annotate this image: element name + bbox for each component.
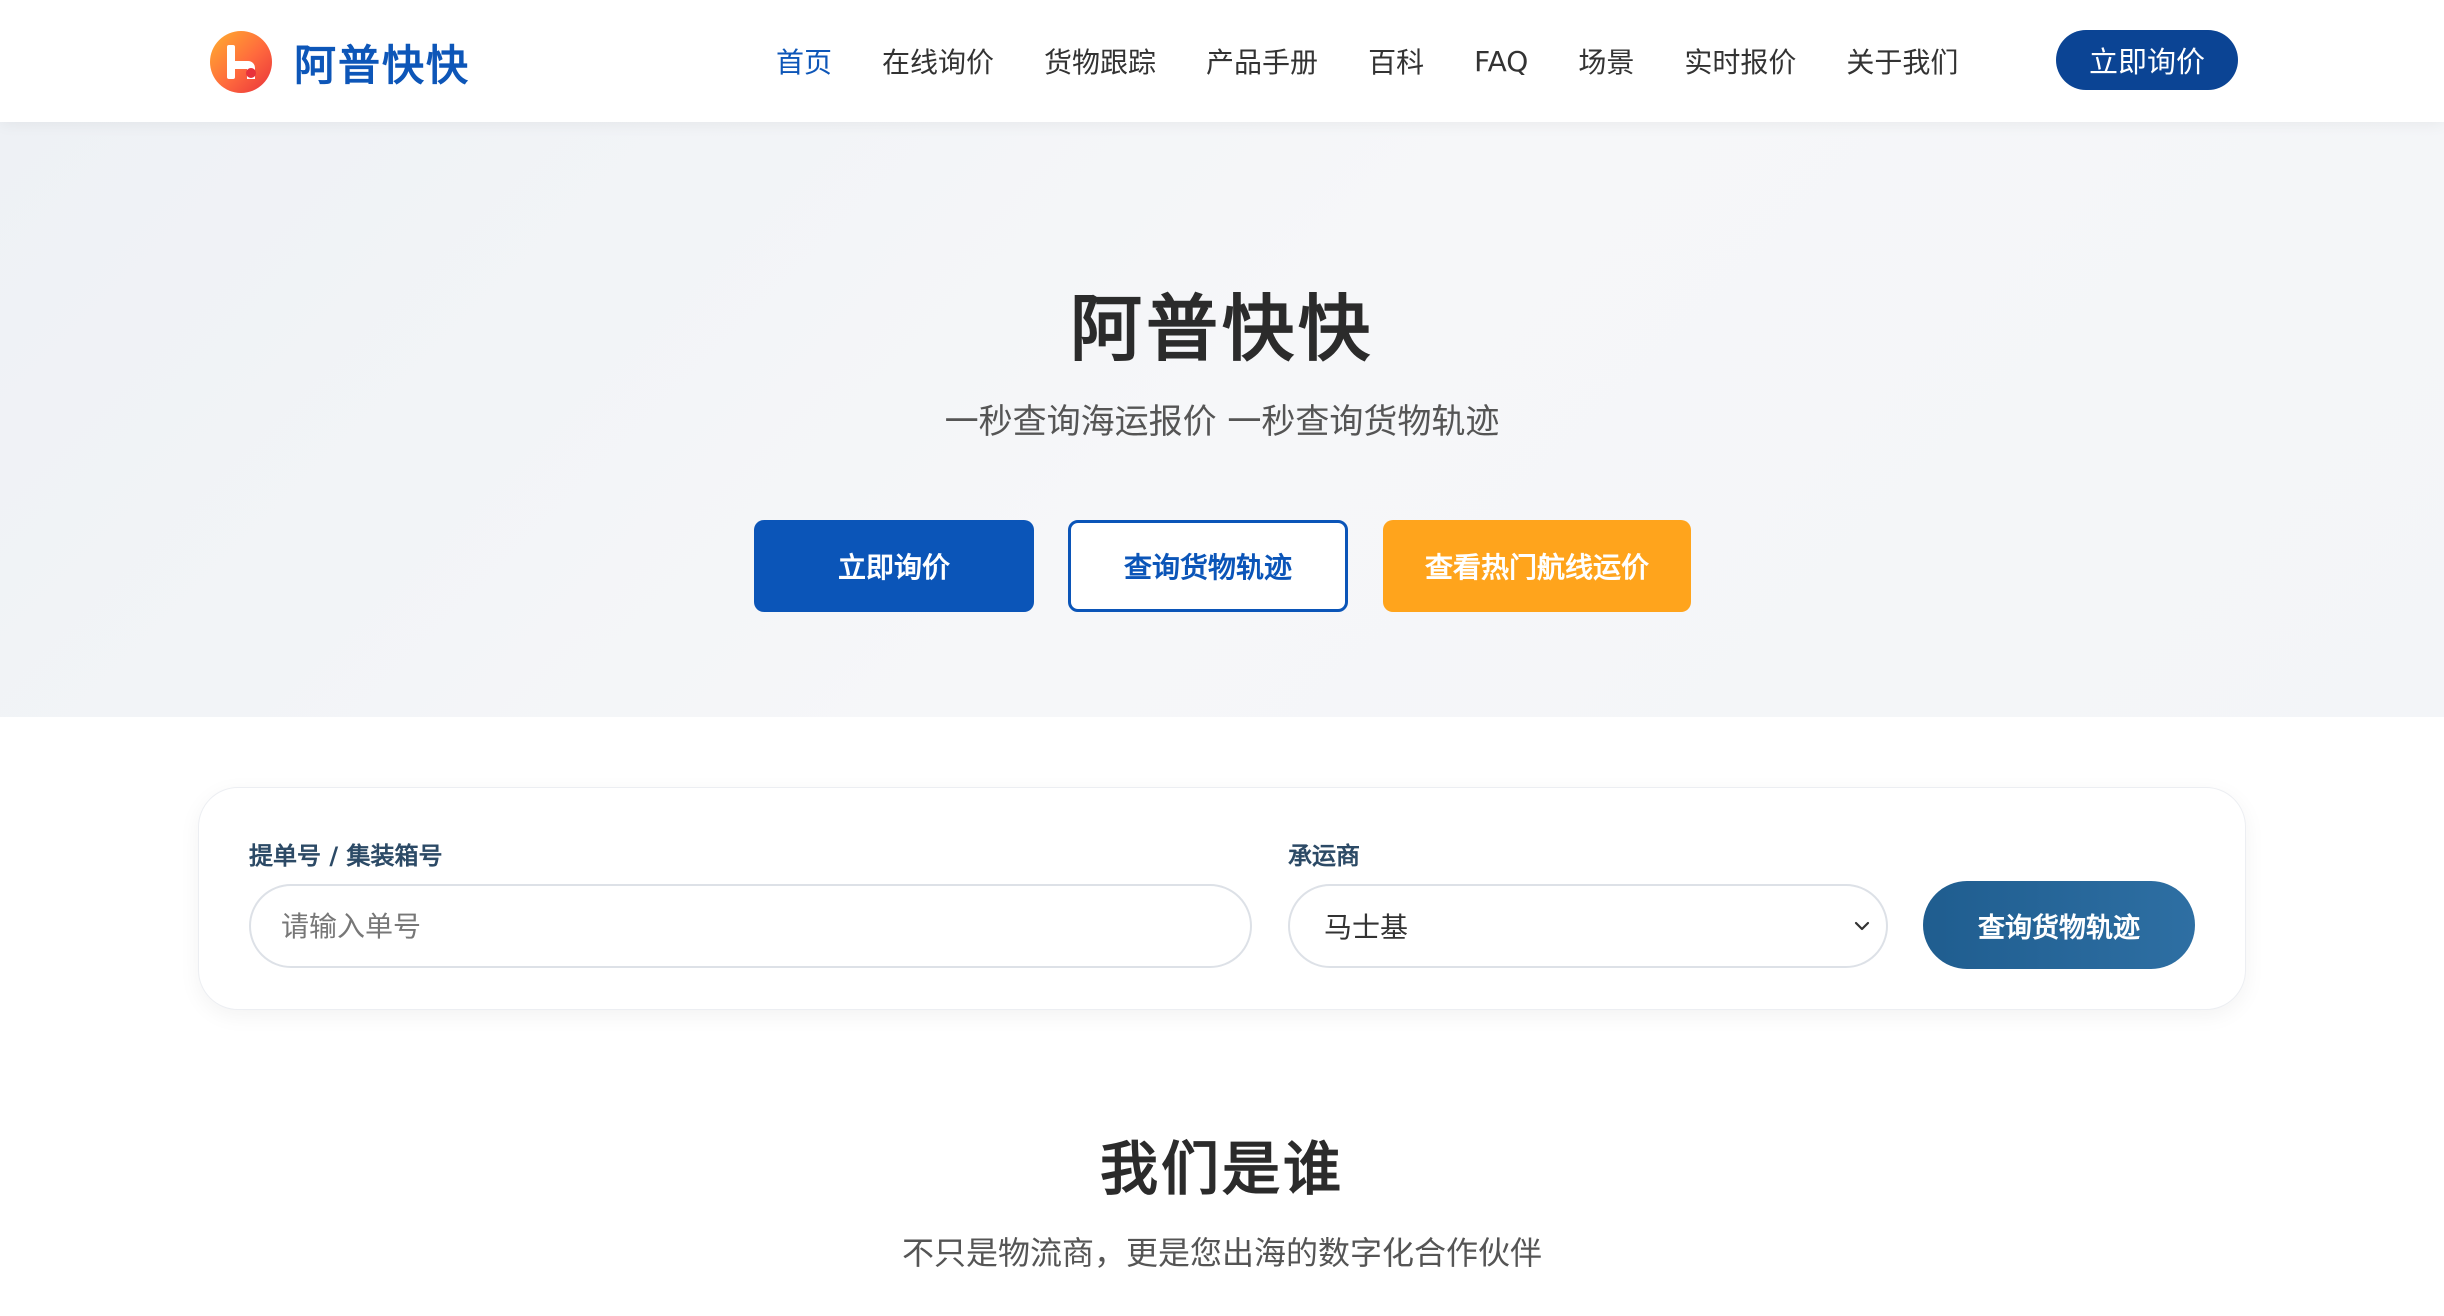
site-header: 阿普快快 首页 在线询价 货物跟踪 产品手册 百科 FAQ 场景 实时报价 关于… bbox=[0, 0, 2444, 122]
main-nav: 首页 在线询价 货物跟踪 产品手册 百科 FAQ 场景 实时报价 关于我们 bbox=[776, 30, 2008, 92]
carrier-select[interactable]: 马士基 bbox=[1288, 884, 1888, 968]
nav-item-home[interactable]: 首页 bbox=[776, 41, 832, 81]
nav-item-about-us[interactable]: 关于我们 bbox=[1846, 41, 1958, 81]
brand-name: 阿普快快 bbox=[294, 40, 471, 90]
nav-item-live-quotes[interactable]: 实时报价 bbox=[1684, 41, 1796, 81]
hero-subtitle: 一秒查询海运报价 一秒查询货物轨迹 bbox=[944, 402, 1500, 442]
carrier-selected-value: 马士基 bbox=[1324, 911, 1409, 944]
nav-item-scenarios[interactable]: 场景 bbox=[1578, 41, 1634, 81]
nav-item-faq[interactable]: FAQ bbox=[1474, 45, 1528, 78]
track-cargo-submit-button[interactable]: 查询货物轨迹 bbox=[1923, 881, 2195, 969]
bill-number-input[interactable] bbox=[249, 884, 1252, 968]
about-section-title: 我们是谁 bbox=[1099, 1135, 1344, 1203]
nav-item-online-quote[interactable]: 在线询价 bbox=[882, 41, 994, 81]
header-quote-button[interactable]: 立即询价 bbox=[2056, 30, 2238, 90]
carrier-label: 承运商 bbox=[1288, 842, 1360, 870]
nav-item-cargo-tracking[interactable]: 货物跟踪 bbox=[1044, 41, 1156, 81]
nav-item-wiki[interactable]: 百科 bbox=[1368, 41, 1424, 81]
hero-quote-button[interactable]: 立即询价 bbox=[754, 520, 1034, 612]
about-section-subtitle: 不只是物流商，更是您出海的数字化合作伙伴 bbox=[901, 1234, 1542, 1272]
tracking-form: 提单号 / 集装箱号 承运商 马士基 查询货物轨迹 bbox=[198, 787, 2246, 1010]
hero-hot-routes-button[interactable]: 查看热门航线运价 bbox=[1383, 520, 1691, 612]
brand-logo[interactable]: 阿普快快 bbox=[210, 30, 470, 94]
brand-logo-icon bbox=[210, 31, 272, 93]
bill-number-label: 提单号 / 集装箱号 bbox=[249, 842, 443, 870]
nav-item-product-manual[interactable]: 产品手册 bbox=[1206, 41, 1318, 81]
chevron-down-icon bbox=[1854, 921, 1870, 931]
hero-track-button[interactable]: 查询货物轨迹 bbox=[1068, 520, 1348, 612]
hero-section: 阿普快快 一秒查询海运报价 一秒查询货物轨迹 立即询价 查询货物轨迹 查看热门航… bbox=[0, 122, 2444, 717]
hero-title: 阿普快快 bbox=[1069, 287, 1374, 371]
